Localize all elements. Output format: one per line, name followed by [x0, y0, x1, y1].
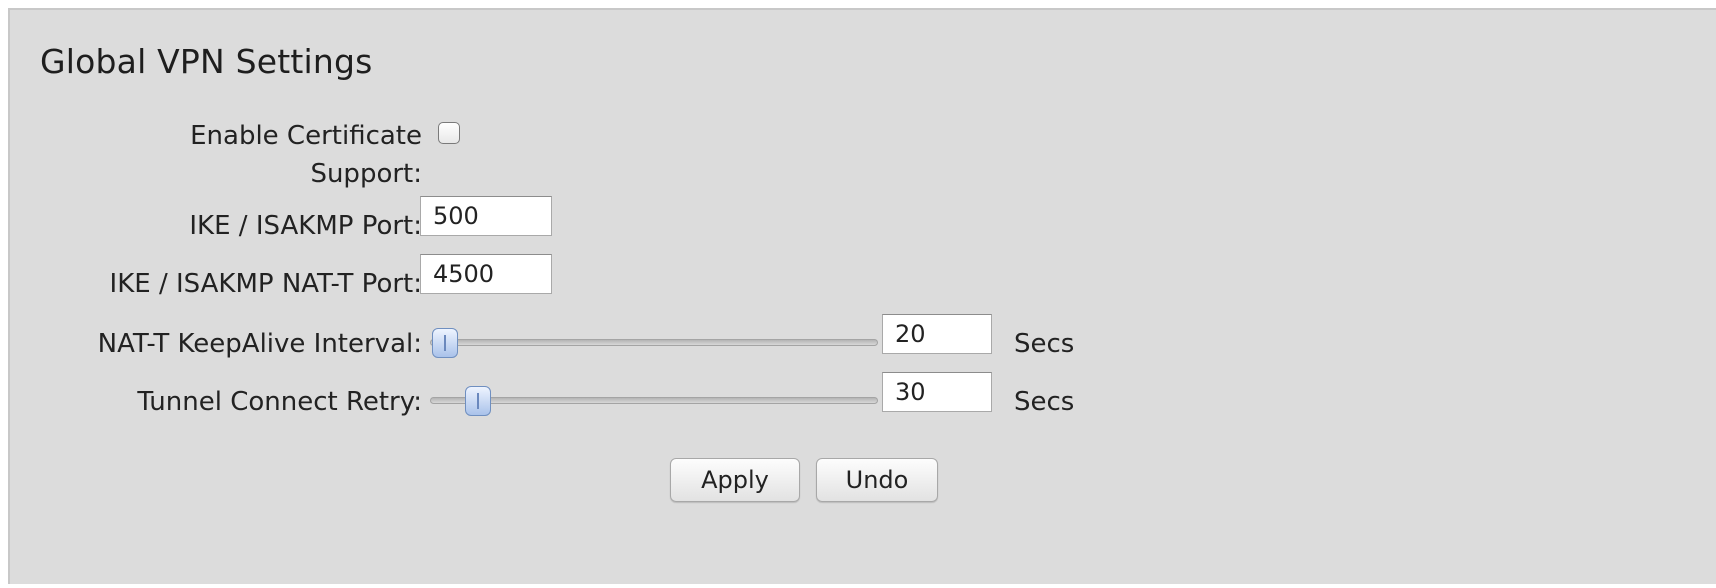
undo-button[interactable]: Undo: [816, 458, 938, 502]
section-title: Global VPN Settings: [40, 42, 373, 81]
keepalive-slider-track: [430, 339, 878, 346]
retry-input[interactable]: [882, 372, 992, 412]
nat-t-port-input[interactable]: [420, 254, 552, 294]
keepalive-input[interactable]: [882, 314, 992, 354]
certificate-label-line1: Enable Certificate: [190, 121, 422, 151]
ike-port-label: IKE / ISAKMP Port:: [189, 211, 422, 241]
ike-port-input[interactable]: [420, 196, 552, 236]
retry-slider[interactable]: [430, 386, 878, 416]
retry-slider-track: [430, 397, 878, 404]
retry-slider-thumb[interactable]: [465, 386, 491, 416]
apply-button[interactable]: Apply: [670, 458, 800, 502]
certificate-label-line2: Support:: [310, 159, 422, 189]
keepalive-slider-thumb[interactable]: [432, 328, 458, 358]
certificate-support-checkbox[interactable]: [438, 122, 460, 144]
retry-label: Tunnel Connect Retry:: [137, 387, 422, 417]
retry-unit: Secs: [1014, 387, 1075, 417]
keepalive-label: NAT-T KeepAlive Interval:: [97, 329, 422, 359]
keepalive-slider[interactable]: [430, 328, 878, 358]
nat-t-port-label: IKE / ISAKMP NAT-T Port:: [109, 269, 422, 299]
global-vpn-settings-panel: Global VPN Settings Enable Certificate S…: [8, 8, 1716, 584]
keepalive-unit: Secs: [1014, 329, 1075, 359]
